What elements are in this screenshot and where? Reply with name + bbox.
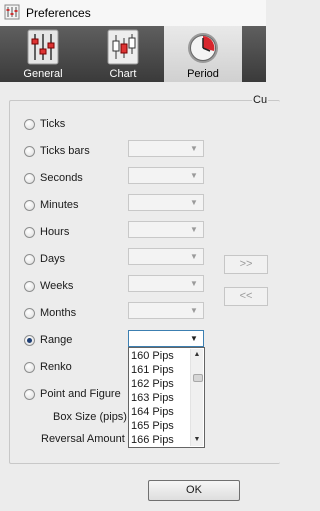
period-label: Hours [40, 226, 70, 238]
dropdown-option[interactable]: 160 Pips [130, 349, 192, 363]
dropdown-option[interactable]: 162 Pips [130, 377, 192, 391]
chevron-down-icon: ▼ [190, 225, 198, 234]
dropdown-option[interactable]: 165 Pips [130, 419, 192, 433]
period-label: Ticks bars [40, 145, 90, 157]
ok-button[interactable]: OK [148, 480, 240, 501]
period-label: Renko [40, 361, 72, 373]
dropdown-option[interactable]: 164 Pips [130, 405, 192, 419]
dropdown-option[interactable]: 166 Pips [130, 433, 192, 447]
hours-select[interactable]: ▼ [128, 221, 204, 238]
range-dropdown-list[interactable]: 160 Pips 161 Pips 162 Pips 163 Pips 164 … [128, 347, 205, 448]
period-label: Months [40, 307, 77, 319]
period-label: Ticks [40, 118, 66, 130]
radio-renko[interactable] [24, 362, 35, 373]
seconds-select[interactable]: ▼ [128, 167, 204, 184]
title-bar: Preferences [0, 0, 266, 27]
tab-period[interactable]: Period [164, 26, 242, 82]
radio-days[interactable] [24, 254, 35, 265]
radio-seconds[interactable] [24, 173, 35, 184]
scrollbar-thumb[interactable] [193, 374, 203, 382]
radio-ticks[interactable] [24, 119, 35, 130]
radio-point-and-figure[interactable] [24, 389, 35, 400]
tab-general[interactable]: General [4, 26, 82, 82]
radio-weeks[interactable] [24, 281, 35, 292]
add-button[interactable]: >> [224, 255, 268, 274]
chevron-down-icon: ▼ [190, 144, 198, 153]
tab-bar: General Chart Period [0, 26, 266, 82]
chevron-down-icon: ▼ [190, 306, 198, 315]
period-label: Range [40, 334, 73, 346]
remove-button[interactable]: << [224, 287, 268, 306]
sliders-icon [27, 29, 59, 65]
period-label: Point and Figure [40, 388, 121, 400]
chevron-down-icon: ▼ [190, 198, 198, 207]
clock-icon [188, 33, 218, 63]
scroll-up-arrow-icon[interactable]: ▲ [191, 349, 203, 361]
candlestick-chart-icon [107, 29, 139, 65]
dropdown-option[interactable]: 161 Pips [130, 363, 192, 377]
chevron-down-icon: ▼ [190, 171, 198, 180]
dropdown-scrollbar[interactable]: ▲ ▼ [190, 349, 203, 446]
scroll-down-arrow-icon[interactable]: ▼ [191, 434, 203, 446]
dropdown-options: 160 Pips 161 Pips 162 Pips 163 Pips 164 … [130, 349, 192, 447]
tab-chart-label: Chart [109, 68, 137, 80]
chevron-down-icon: ▼ [190, 252, 198, 261]
tab-chart[interactable]: Chart [84, 26, 162, 82]
dropdown-option[interactable]: 163 Pips [130, 391, 192, 405]
period-label: Seconds [40, 172, 83, 184]
period-label: Days [40, 253, 66, 265]
radio-hours[interactable] [24, 227, 35, 238]
period-label: Minutes [40, 199, 79, 211]
box-size-label: Box Size (pips) [53, 411, 127, 423]
period-label: Weeks [40, 280, 74, 292]
chevron-down-icon: ▼ [190, 279, 198, 288]
tab-period-label: Period [187, 68, 219, 80]
chevron-down-icon: ▼ [190, 334, 198, 343]
group-caption: Cu [252, 94, 269, 106]
months-select[interactable]: ▼ [128, 302, 204, 319]
reversal-amount-label: Reversal Amount [41, 433, 125, 445]
days-select[interactable]: ▼ [128, 248, 204, 265]
radio-range[interactable] [24, 335, 35, 346]
preferences-app-icon [4, 4, 20, 20]
radio-minutes[interactable] [24, 200, 35, 211]
ticks-bars-select[interactable]: ▼ [128, 140, 204, 157]
tab-general-label: General [23, 68, 63, 80]
radio-months[interactable] [24, 308, 35, 319]
range-select[interactable]: ▼ [128, 330, 204, 347]
radio-ticks-bars[interactable] [24, 146, 35, 157]
minutes-select[interactable]: ▼ [128, 194, 204, 211]
weeks-select[interactable]: ▼ [128, 275, 204, 292]
window-title: Preferences [26, 6, 91, 20]
